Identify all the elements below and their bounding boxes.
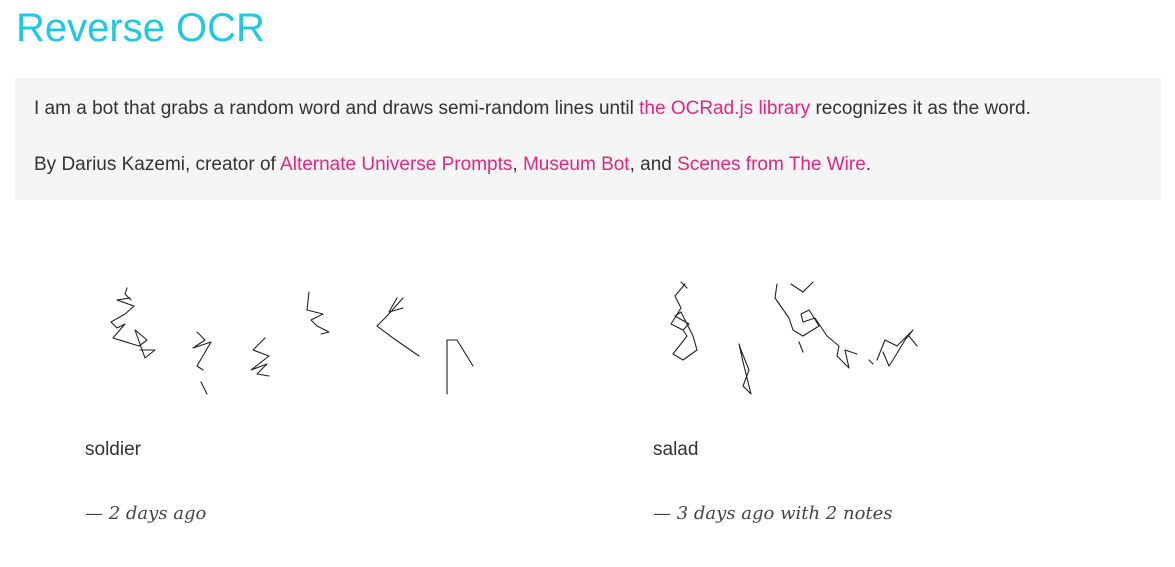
post-permalink[interactable]: — 3 days ago <box>653 503 774 524</box>
post-notes-link[interactable]: with 2 notes <box>774 503 892 524</box>
blog-description: I am a bot that grabs a random word and … <box>15 78 1161 200</box>
museum-bot-link[interactable]: Museum Bot <box>523 154 630 175</box>
site-title[interactable]: Reverse OCR <box>16 4 265 52</box>
description-text: By Darius Kazemi, creator of <box>34 154 281 175</box>
description-text: recognizes it as the word. <box>810 98 1031 119</box>
post-meta: — 2 days ago <box>85 502 206 526</box>
description-text: I am a bot that grabs a random word and … <box>34 98 640 119</box>
alternate-universe-prompts-link[interactable]: Alternate Universe Prompts <box>280 154 512 175</box>
description-text: . <box>865 154 872 175</box>
description-text: , <box>512 154 523 175</box>
ocr-drawing-image[interactable] <box>653 270 1053 410</box>
ocr-drawing-image[interactable] <box>85 270 485 410</box>
post-word: soldier <box>85 439 141 460</box>
post-meta: — 3 days ago with 2 notes <box>653 502 893 526</box>
post-permalink[interactable]: — 2 days ago <box>85 503 206 524</box>
post-word: salad <box>653 439 699 460</box>
description-line-2: By Darius Kazemi, creator of Alternate U… <box>34 152 1161 178</box>
description-text: , and <box>629 154 678 175</box>
scenes-from-the-wire-link[interactable]: Scenes from The Wire <box>677 154 866 175</box>
ocrad-library-link[interactable]: the OCRad.js library <box>639 98 810 119</box>
description-line-1: I am a bot that grabs a random word and … <box>34 96 1161 122</box>
